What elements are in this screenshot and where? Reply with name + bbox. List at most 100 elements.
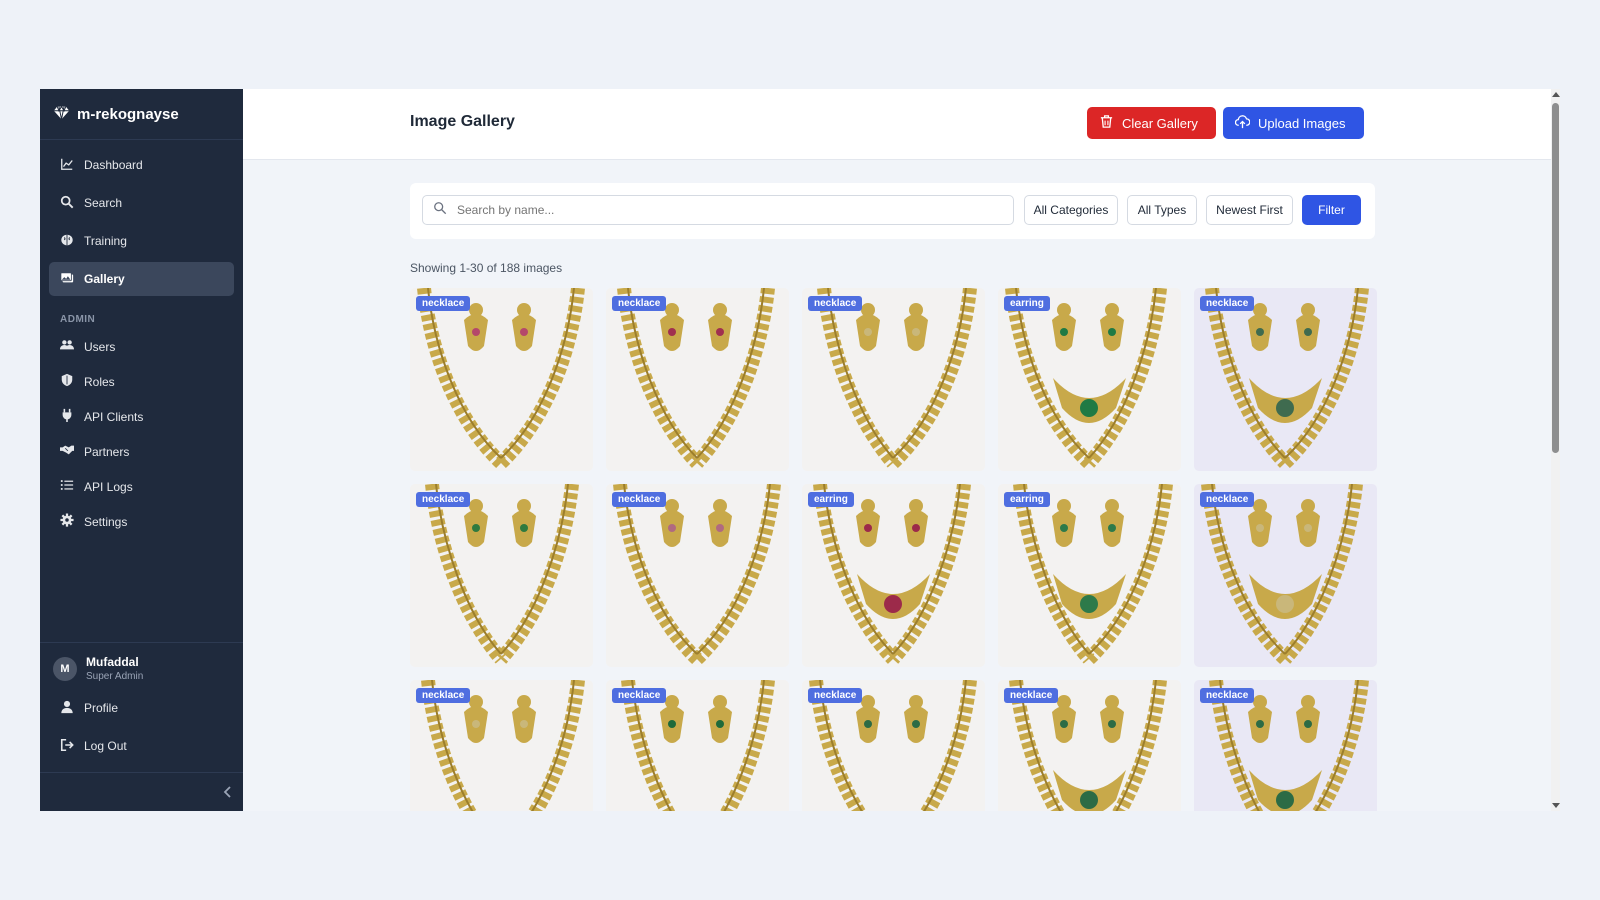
result-count: Showing 1-30 of 188 images (410, 261, 563, 275)
sidebar-item-label: Partners (84, 444, 130, 459)
jewelry-image (606, 288, 789, 471)
chart-line-icon (60, 157, 74, 174)
scroll-up-arrow[interactable] (1552, 92, 1560, 97)
jewelry-image (410, 288, 593, 471)
scroll-down-arrow[interactable] (1552, 803, 1560, 808)
user-panel: M Mufaddal Super Admin Profile Log Out (40, 642, 243, 811)
gallery-card[interactable]: necklace (802, 288, 985, 471)
filter-button[interactable]: Filter (1302, 195, 1361, 225)
images-icon (60, 271, 74, 288)
category-badge: necklace (1200, 688, 1255, 703)
search-icon (60, 195, 74, 212)
clear-gallery-button[interactable]: Clear Gallery (1087, 107, 1216, 139)
gear-icon (60, 513, 74, 530)
admin-section-label: ADMIN (60, 314, 96, 325)
gallery-card[interactable]: necklace (410, 484, 593, 667)
gallery-card[interactable]: necklace (410, 680, 593, 811)
jewelry-image (410, 484, 593, 667)
sidebar-item-training[interactable]: Training (49, 224, 234, 258)
logout-link[interactable]: Log Out (49, 729, 234, 763)
gallery-card[interactable]: necklace (802, 680, 985, 811)
jewelry-image (802, 484, 985, 667)
scrollbar[interactable] (1551, 89, 1560, 811)
category-badge: necklace (808, 296, 863, 311)
brain-icon (60, 233, 74, 250)
users-icon (60, 338, 74, 355)
sidebar-item-label: Gallery (84, 272, 125, 286)
page-header: Image Gallery Clear Gallery Upload Image… (243, 89, 1560, 160)
gallery-card[interactable]: necklace (1194, 680, 1377, 811)
list-icon (60, 478, 74, 495)
shield-icon (60, 373, 74, 390)
gallery-card[interactable]: necklace (410, 288, 593, 471)
search-input[interactable] (455, 202, 999, 218)
jewelry-image (1194, 484, 1377, 667)
category-badge: necklace (1200, 296, 1255, 311)
category-badge: necklace (416, 296, 471, 311)
collapse-bar (40, 772, 243, 811)
sidebar-item-label: Dashboard (84, 158, 143, 172)
brand[interactable]: m-rekognayse (40, 89, 243, 140)
category-select[interactable]: All Categories (1024, 195, 1118, 225)
sidebar-item-settings[interactable]: Settings (49, 506, 234, 537)
main-content: Image Gallery Clear Gallery Upload Image… (243, 89, 1560, 811)
type-select[interactable]: All Types (1127, 195, 1197, 225)
jewelry-image (1194, 288, 1377, 471)
sidebar-item-search[interactable]: Search (49, 186, 234, 220)
category-badge: necklace (612, 492, 667, 507)
sidebar-item-label: Users (84, 339, 116, 354)
sidebar-item-dashboard[interactable]: Dashboard (49, 148, 234, 182)
sort-select[interactable]: Newest First (1206, 195, 1293, 225)
category-badge: earring (1004, 296, 1050, 311)
brand-name: m-rekognayse (77, 105, 179, 123)
sidebar-item-partners[interactable]: Partners (49, 436, 234, 467)
plug-icon (60, 408, 74, 425)
category-badge: earring (808, 492, 854, 507)
sidebar-item-users[interactable]: Users (49, 331, 234, 362)
user-nav: Profile Log Out (40, 682, 243, 763)
category-badge: necklace (612, 688, 667, 703)
category-badge: necklace (1200, 492, 1255, 507)
gallery-card[interactable]: necklace (1194, 288, 1377, 471)
category-badge: necklace (612, 296, 667, 311)
gallery-card[interactable]: necklace (606, 484, 789, 667)
search-icon (433, 201, 447, 220)
profile-label: Profile (84, 701, 119, 715)
gallery-card[interactable]: earring (998, 484, 1181, 667)
jewelry-image (998, 288, 1181, 471)
gallery-card[interactable]: necklace (606, 680, 789, 811)
sidebar-item-label: Settings (84, 514, 128, 529)
jewelry-image (802, 288, 985, 471)
chevron-left-icon[interactable] (221, 785, 235, 799)
sidebar-item-label: API Logs (84, 479, 133, 494)
gallery-card[interactable]: necklace (606, 288, 789, 471)
logout-label: Log Out (84, 739, 127, 753)
sidebar-item-api-logs[interactable]: API Logs (49, 471, 234, 502)
user-role: Super Admin (86, 671, 144, 682)
sidebar-item-roles[interactable]: Roles (49, 366, 234, 397)
page-title: Image Gallery (410, 113, 515, 130)
category-badge: necklace (416, 492, 471, 507)
profile-link[interactable]: Profile (49, 691, 234, 725)
sidebar-item-gallery[interactable]: Gallery (49, 262, 234, 296)
gallery-card[interactable]: necklace (1194, 484, 1377, 667)
app-window: m-rekognayse Dashboard Search Training G… (40, 89, 1560, 811)
search-field[interactable] (422, 195, 1014, 225)
sidebar-item-api-clients[interactable]: API Clients (49, 401, 234, 432)
avatar[interactable]: M (53, 656, 77, 681)
admin-nav: Users Roles API Clients Partners API Log… (40, 331, 243, 537)
sidebar-item-label: Training (84, 234, 127, 248)
logout-icon (60, 738, 74, 755)
user-name: Mufaddal (86, 655, 139, 669)
gallery-card[interactable]: necklace (998, 680, 1181, 811)
scroll-thumb[interactable] (1552, 103, 1559, 453)
gallery-card[interactable]: earring (998, 288, 1181, 471)
gallery-card[interactable]: earring (802, 484, 985, 667)
handshake-icon (60, 443, 74, 460)
upload-images-button[interactable]: Upload Images (1223, 107, 1364, 139)
filter-bar: All Categories All Types Newest First Fi… (410, 183, 1375, 239)
cloud-upload-icon (1234, 114, 1251, 132)
sidebar-item-label: Search (84, 196, 123, 210)
category-badge: necklace (808, 688, 863, 703)
main-nav: Dashboard Search Training Gallery (40, 140, 243, 296)
